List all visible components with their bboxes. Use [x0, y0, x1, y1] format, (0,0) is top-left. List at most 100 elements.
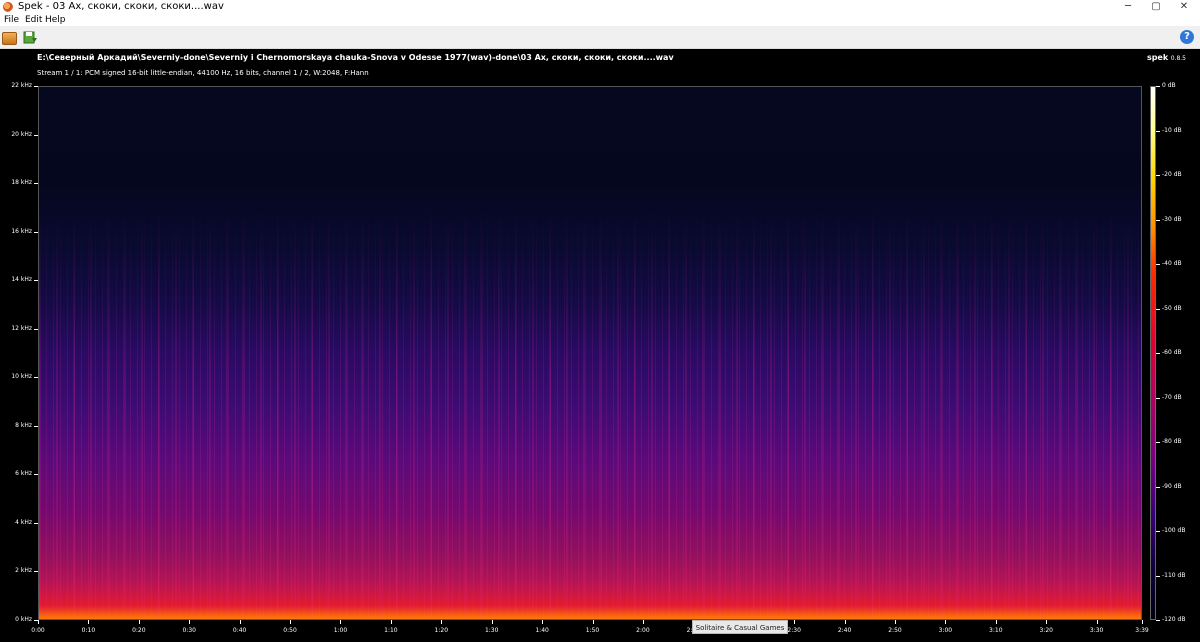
- db-label: -10 dB: [1162, 126, 1182, 134]
- brand-version: 0.8.5: [1170, 55, 1186, 62]
- frequency-label: 0 kHz: [15, 616, 32, 623]
- db-label: -120 dB: [1162, 616, 1186, 623]
- time-label: 3:10: [989, 627, 1003, 634]
- db-tick: [1156, 264, 1160, 265]
- menu-file[interactable]: File: [4, 14, 19, 26]
- folder-open-icon[interactable]: [2, 32, 17, 45]
- time-tick: [945, 620, 947, 624]
- db-tick: [1156, 397, 1160, 399]
- time-tick: [592, 620, 594, 624]
- frequency-tick: [34, 571, 38, 573]
- minimize-button[interactable]: ─: [1114, 0, 1142, 14]
- time-label: 1:20: [434, 627, 449, 634]
- time-tick: [894, 620, 896, 624]
- file-path: E:\Северный Аркадий\Severniy-done\Severn…: [37, 53, 674, 62]
- db-tick: [1156, 620, 1160, 621]
- frequency-label: 6 kHz: [15, 470, 32, 478]
- menu-bar: File Edit Help: [0, 14, 1200, 26]
- time-label: 0:40: [232, 627, 247, 634]
- maximize-button[interactable]: ▢: [1142, 0, 1170, 14]
- frequency-tick: [34, 328, 38, 330]
- frequency-label: 18 kHz: [11, 179, 32, 187]
- frequency-tick: [34, 522, 38, 524]
- time-label: 2:00: [636, 627, 650, 634]
- frequency-label: 16 kHz: [11, 227, 32, 235]
- db-tick: [1156, 486, 1160, 488]
- frequency-tick: [34, 134, 38, 136]
- menu-help[interactable]: Help: [45, 14, 66, 26]
- frequency-tick: [34, 425, 38, 427]
- time-tick: [844, 620, 846, 624]
- time-tick: [642, 620, 644, 624]
- time-label: 3:20: [1039, 627, 1053, 634]
- brand-label: spek 0.8.5: [1147, 53, 1186, 62]
- time-tick: [189, 620, 191, 624]
- frequency-label: 20 kHz: [11, 130, 32, 138]
- db-label: -40 dB: [1162, 260, 1182, 267]
- time-tick: [390, 620, 392, 624]
- save-icon[interactable]: [22, 29, 38, 45]
- time-label: 0:10: [81, 627, 96, 634]
- db-label: -110 dB: [1162, 571, 1186, 579]
- db-tick: [1156, 86, 1160, 87]
- db-tick: [1156, 219, 1160, 221]
- db-tick: [1156, 308, 1160, 310]
- spectrogram-low-freq-band: [39, 579, 1141, 619]
- help-icon[interactable]: ?: [1180, 30, 1194, 44]
- db-label: -30 dB: [1162, 215, 1182, 223]
- db-label: -60 dB: [1162, 349, 1182, 356]
- brand-name: spek: [1146, 53, 1169, 62]
- time-tick: [239, 620, 241, 624]
- time-label: 2:40: [837, 627, 852, 634]
- frequency-tick: [34, 231, 38, 233]
- time-tick: [995, 620, 997, 624]
- time-tick: [794, 620, 796, 624]
- db-label: -100 dB: [1162, 527, 1186, 534]
- time-label: 1:00: [333, 627, 348, 634]
- time-tick: [290, 620, 292, 624]
- frequency-tick: [34, 474, 38, 476]
- spectrogram[interactable]: [38, 86, 1142, 620]
- time-label: 2:50: [888, 627, 902, 634]
- time-label: 0:30: [182, 627, 196, 634]
- toolbar: ?: [0, 26, 1200, 49]
- time-tick: [491, 620, 493, 624]
- stream-info: Stream 1 / 1: PCM signed 16-bit little-e…: [37, 69, 369, 77]
- db-tick: [1156, 531, 1160, 532]
- window-title: Spek - 03 Ах, скоки, скоки, скоки....wav: [18, 1, 224, 12]
- time-label: 1:40: [535, 627, 549, 634]
- close-button[interactable]: ✕: [1170, 0, 1198, 14]
- frequency-label: 2 kHz: [15, 567, 32, 575]
- time-label: 3:30: [1089, 627, 1104, 634]
- time-label: 3:39: [1135, 627, 1149, 634]
- frequency-label: 8 kHz: [15, 421, 32, 429]
- db-label: -90 dB: [1162, 482, 1182, 490]
- time-tick: [1096, 620, 1098, 624]
- db-label: -80 dB: [1162, 438, 1182, 445]
- time-tick: [1142, 620, 1143, 624]
- frequency-label: 14 kHz: [11, 276, 32, 284]
- frequency-label: 22 kHz: [11, 82, 32, 89]
- db-tick: [1156, 353, 1160, 354]
- db-label: -70 dB: [1162, 393, 1182, 401]
- frequency-label: 4 kHz: [15, 518, 32, 526]
- time-tick: [542, 620, 544, 624]
- time-label: 0:50: [283, 627, 297, 634]
- db-tick: [1156, 175, 1160, 176]
- frequency-tick: [34, 280, 38, 282]
- time-tick: [340, 620, 342, 624]
- time-label: 1:50: [585, 627, 600, 634]
- spek-app-icon: [3, 2, 13, 12]
- spectrogram-texture: [39, 87, 1141, 619]
- menu-edit[interactable]: Edit: [25, 14, 42, 26]
- time-label: 3:00: [938, 627, 953, 634]
- time-label: 0:00: [31, 627, 45, 634]
- frequency-tick: [34, 377, 38, 379]
- db-label: 0 dB: [1162, 82, 1176, 89]
- frequency-label: 12 kHz: [11, 324, 32, 332]
- tooltip: Solitaire & Casual Games: [692, 620, 788, 634]
- time-tick: [38, 620, 39, 624]
- db-tick: [1156, 130, 1160, 132]
- db-label: -20 dB: [1162, 171, 1182, 178]
- time-tick: [88, 620, 90, 624]
